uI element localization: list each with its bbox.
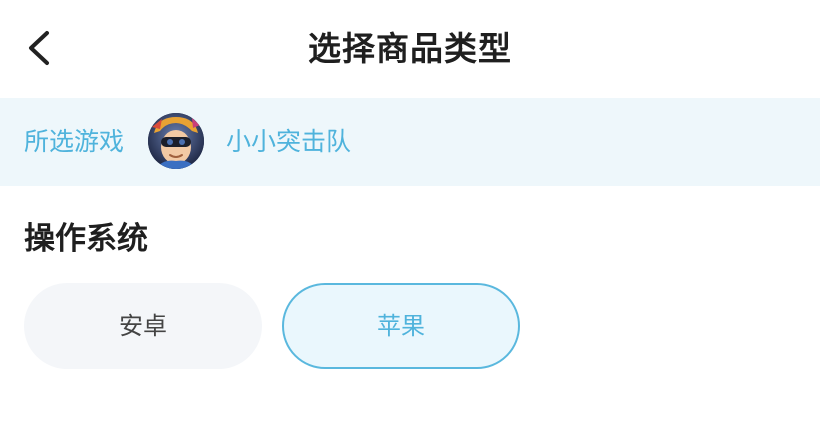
os-section-title: 操作系统 xyxy=(24,221,148,257)
selected-game-bar: 所选游戏 小小突击队 xyxy=(0,98,820,186)
selected-game-label: 所选游戏 xyxy=(24,127,125,156)
top-nav-bar: 选择商品类型 xyxy=(0,0,820,98)
game-avatar xyxy=(148,113,204,169)
os-option-android[interactable]: 安卓 xyxy=(24,283,262,369)
game-avatar-image xyxy=(148,113,204,169)
os-option-ios[interactable]: 苹果 xyxy=(282,283,520,369)
selected-game-name[interactable]: 小小突击队 xyxy=(226,122,351,162)
page-title: 选择商品类型 xyxy=(308,29,512,68)
